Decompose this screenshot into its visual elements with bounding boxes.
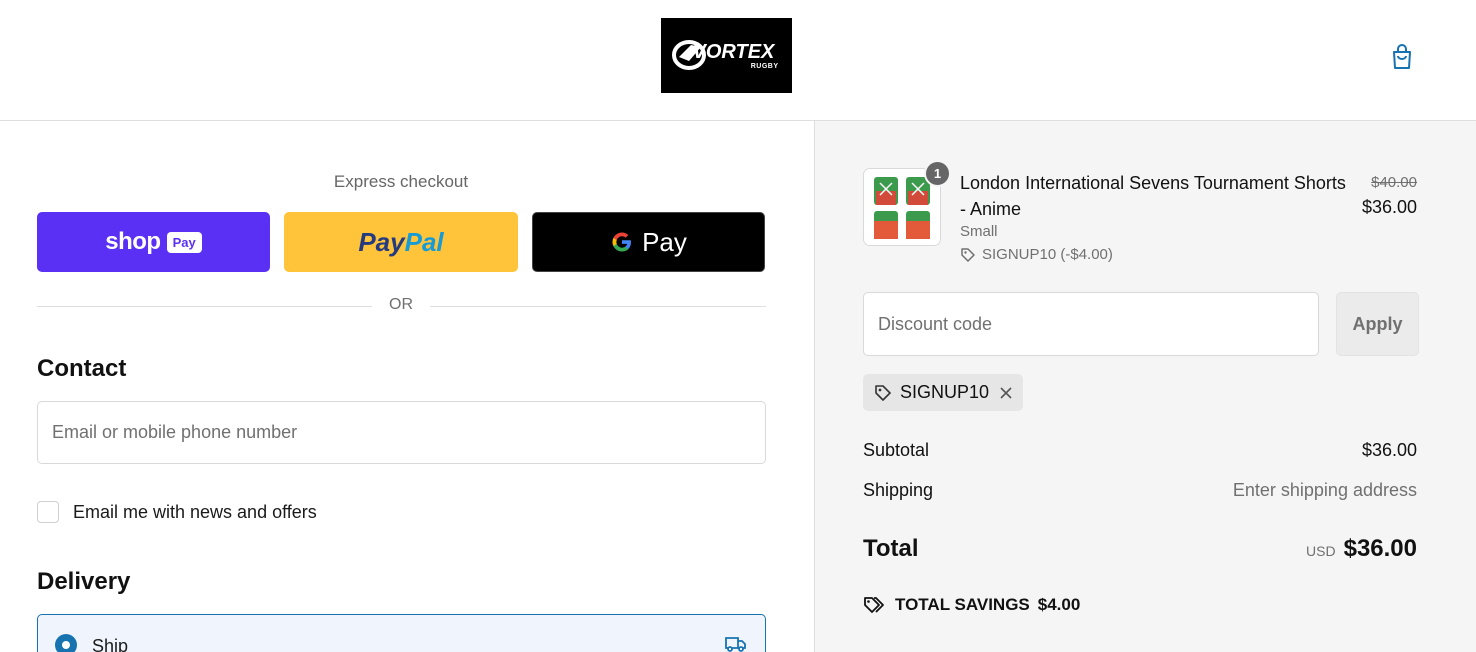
original-price: $40.00	[1371, 174, 1417, 191]
tag-icon	[875, 384, 891, 401]
newsletter-checkbox[interactable]	[37, 501, 59, 523]
savings-label: TOTAL SAVINGS	[895, 595, 1030, 614]
currency-code: USD	[1306, 543, 1336, 559]
logo-wordmark: VORTEX	[692, 40, 775, 63]
subtotal-value: $36.00	[1361, 440, 1417, 460]
shop-pay-pill: Pay	[166, 231, 202, 253]
google-pay-button[interactable]: Pay	[532, 212, 765, 272]
google-pay-word: Pay	[642, 226, 687, 257]
express-checkout-label: Express checkout	[333, 172, 469, 191]
subtotal-label: Subtotal	[863, 440, 930, 460]
paypal-logo-part2: Pal	[404, 226, 444, 257]
logo-mark: VORTEX RUGBY	[671, 33, 783, 79]
tag-icon	[961, 247, 975, 262]
shop-pay-button[interactable]: shop Pay	[37, 212, 270, 272]
product-variant: Small	[960, 223, 998, 240]
shopping-bag-icon	[1393, 44, 1411, 69]
total-value: $36.00	[1343, 535, 1417, 562]
paypal-logo: PayPal	[358, 227, 443, 258]
ship-option[interactable]: Ship	[37, 614, 766, 652]
shipping-label: Shipping	[863, 480, 934, 500]
product-discount-label: SIGNUP10 (-$4.00)	[982, 246, 1113, 263]
apply-button[interactable]: Apply	[1336, 292, 1419, 356]
store-logo[interactable]: VORTEX RUGBY	[661, 18, 792, 93]
shipping-value: Enter shipping address	[1232, 480, 1417, 500]
order-summary: 1 London International Sevens Tournament…	[814, 121, 1476, 652]
or-divider: OR	[37, 296, 766, 313]
google-g-icon	[612, 232, 632, 252]
divider-line	[430, 306, 766, 307]
savings-tag-icon	[864, 597, 884, 613]
applied-discount-chip: SIGNUP10	[863, 374, 1024, 411]
site-header: VORTEX RUGBY	[0, 0, 1476, 121]
paypal-logo-part1: Pay	[358, 226, 405, 257]
checkout-page: Tenereteam Tenereteam Tenereteam Teneret…	[0, 0, 1476, 652]
shop-pay-word: shop	[105, 228, 161, 255]
discount-code-input[interactable]	[863, 292, 1319, 356]
total-savings: TOTAL SAVINGS $4.00	[863, 595, 1080, 615]
quantity-badge: 1	[924, 160, 951, 187]
newsletter-option[interactable]: Email me with news and offers	[37, 501, 317, 523]
savings-value: $4.00	[1037, 595, 1081, 614]
delivery-heading: Delivery	[37, 568, 131, 595]
total-value-group: USD $36.00	[1306, 535, 1417, 563]
discounted-price: $36.00	[1361, 197, 1417, 217]
cart-button[interactable]	[1388, 42, 1416, 72]
ship-label: Ship	[92, 636, 129, 652]
product-discount: SIGNUP10 (-$4.00)	[960, 246, 1113, 263]
applied-discount-code: SIGNUP10	[900, 382, 990, 402]
ship-radio[interactable]	[55, 634, 77, 652]
close-icon	[1000, 386, 1012, 399]
truck-icon	[725, 637, 746, 652]
logo-subtitle: RUGBY	[750, 62, 779, 70]
or-label: OR	[389, 296, 413, 313]
paypal-button[interactable]: PayPal	[284, 212, 518, 272]
remove-discount-button[interactable]	[999, 386, 1013, 400]
product-name: London International Sevens Tournament S…	[960, 173, 1346, 219]
email-field[interactable]	[37, 401, 766, 464]
contact-heading: Contact	[37, 355, 127, 382]
total-label: Total	[863, 535, 919, 562]
newsletter-label[interactable]: Email me with news and offers	[73, 502, 317, 523]
divider-line	[37, 306, 372, 307]
checkout-form: Express checkout shop Pay PayPal Pay OR …	[0, 121, 814, 652]
